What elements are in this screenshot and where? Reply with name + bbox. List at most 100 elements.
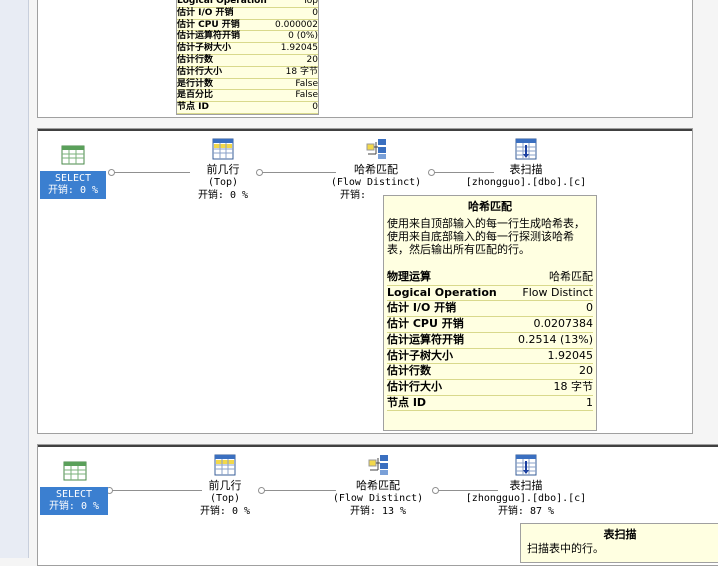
property-value: Top	[272, 0, 318, 8]
hash-match-subtitle: (Flow Distinct)	[332, 493, 424, 504]
tooltip-property-row: 估计运算符开销 0.2514 (13%)	[387, 332, 593, 349]
select-label: SELECT	[54, 173, 92, 184]
select-result-icon	[63, 459, 87, 483]
top-operator[interactable]: 前几行 (Top) 开销: 0 %	[178, 137, 268, 202]
tooltip-property-row: 节点 ID 0	[177, 101, 318, 114]
property-name: 节点 ID	[177, 101, 273, 114]
tooltip-property-row: 估计子树大小 1.92045	[177, 42, 318, 55]
tooltip-title: 表扫描	[603, 528, 637, 541]
tooltip-property-row: 是百分比 False	[177, 89, 318, 103]
property-value: 0.2514 (13%)	[509, 332, 593, 349]
table-scan-subtitle: [zhongguo].[dbo].[c]	[465, 177, 587, 188]
select-label-box: SELECT 开销: 0 %	[40, 487, 108, 515]
tooltip-property-row: 估计 I/O 开销 0	[177, 7, 318, 20]
table-scan-operator[interactable]: 表扫描 [zhongguo].[dbo].[c] 开销: 87 %	[452, 453, 600, 518]
tooltip-description: 使用来自顶部输入的每一行生成哈希表，使用来自底部输入的每一行探测该哈希表，然后输…	[387, 217, 585, 256]
property-value: 0 (0%)	[272, 30, 318, 44]
tooltip-property-row: 估计行大小 18 字节	[177, 66, 318, 79]
tooltip-property-row: 估计行数 20	[387, 363, 593, 380]
top-operator-title: 前几行	[208, 479, 242, 492]
top-operator-tooltip: Logical Operation Top 估计 I/O 开销 0 估计 CPU 开销 0…	[176, 0, 319, 115]
property-name: 节点 ID	[387, 395, 510, 412]
table-scan-title: 表扫描	[509, 163, 543, 176]
tooltip-property-row: 物理运算 哈希匹配	[387, 270, 593, 286]
tooltip-properties-table: 物理运算 哈希匹配 Logical Operation Flow Distinct 估计…	[387, 270, 593, 412]
tooltip-property-row: 节点 ID 1	[387, 395, 593, 412]
property-value: 0	[509, 300, 593, 318]
top-operator-subtitle: (Top)	[209, 493, 241, 504]
tooltip-property-row: 是行计数 False	[177, 78, 318, 91]
top-operator-subtitle: (Top)	[207, 177, 239, 188]
property-name: 估计 CPU 开销	[387, 316, 510, 333]
property-name: 估计 I/O 开销	[387, 300, 510, 318]
property-value: 20	[272, 54, 318, 67]
select-label-box: SELECT 开销: 0 %	[40, 171, 106, 199]
property-name: 估计行大小	[177, 66, 273, 79]
select-result-icon	[61, 143, 85, 167]
property-name: Logical Operation	[387, 285, 510, 302]
table-scan-tooltip: 表扫描 扫描表中的行。	[520, 523, 718, 563]
tooltip-property-row: 估计 I/O 开销 0	[387, 300, 593, 318]
tooltip-property-row: 估计运算符开销 0 (0%)	[177, 30, 318, 44]
hash-match-title: 哈希匹配	[354, 163, 398, 176]
hash-match-cost: 开销: 13 %	[349, 506, 407, 517]
top-operator-icon	[211, 137, 235, 161]
select-operator[interactable]: SELECT 开销: 0 %	[40, 143, 106, 199]
property-value: 哈希匹配	[509, 270, 593, 286]
tooltip-property-row: 估计 CPU 开销 0.000002	[177, 19, 318, 32]
tooltip-property-row: Logical Operation Top	[177, 0, 318, 8]
property-value: 0	[272, 7, 318, 20]
property-value: False	[272, 78, 318, 91]
property-value: False	[272, 89, 318, 103]
tooltip-property-row: 估计行数 20	[177, 54, 318, 67]
property-value: 1	[509, 395, 593, 412]
hash-match-icon	[364, 137, 388, 161]
property-name: 估计行数	[177, 54, 273, 67]
property-name: 估计 I/O 开销	[177, 7, 273, 20]
property-value: 0.0207384	[509, 316, 593, 333]
hash-match-subtitle: (Flow Distinct)	[330, 177, 422, 188]
property-value: 0	[272, 101, 318, 114]
property-value: 18 字节	[272, 66, 318, 79]
select-cost: 开销: 0 %	[48, 501, 100, 512]
table-scan-cost: 开销: 87 %	[497, 506, 555, 517]
tooltip-property-row: 估计行大小 18 字节	[387, 379, 593, 396]
tooltip-properties-table: Logical Operation Top 估计 I/O 开销 0 估计 CPU 开销 0…	[177, 0, 318, 114]
property-value: 20	[509, 363, 593, 380]
property-name: 是百分比	[177, 89, 273, 103]
plan-panel-2: SELECT 开销: 0 % 前几行 (Top) 开销: 0 % 哈希匹配 (F…	[37, 444, 718, 566]
property-name: 是行计数	[177, 78, 273, 91]
top-operator[interactable]: 前几行 (Top) 开销: 0 %	[180, 453, 270, 518]
property-value: Flow Distinct	[509, 285, 593, 302]
property-name: 估计运算符开销	[387, 332, 510, 349]
property-name: 估计行大小	[387, 379, 510, 396]
property-value: 18 字节	[509, 379, 593, 396]
plan-panel-0: Logical Operation Top 估计 I/O 开销 0 估计 CPU 开销 0…	[37, 0, 693, 118]
hash-match-operator[interactable]: 哈希匹配 (Flow Distinct) 开销:	[316, 137, 436, 202]
hash-match-title: 哈希匹配	[356, 479, 400, 492]
property-name: 物理运算	[387, 270, 510, 286]
property-value: 0.000002	[272, 19, 318, 32]
left-margin	[0, 0, 29, 558]
tooltip-property-row: 估计子树大小 1.92045	[387, 348, 593, 365]
hash-match-icon	[366, 453, 390, 477]
property-value: 1.92045	[272, 42, 318, 55]
tooltip-description: 扫描表中的行。	[527, 542, 604, 555]
property-name: 估计子树大小	[177, 42, 273, 55]
property-value: 1.92045	[509, 348, 593, 365]
table-scan-title: 表扫描	[509, 479, 543, 492]
table-scan-operator[interactable]: 表扫描 [zhongguo].[dbo].[c]	[452, 137, 600, 189]
property-name: 估计运算符开销	[177, 30, 273, 44]
top-operator-cost: 开销: 0 %	[199, 506, 251, 517]
hash-match-operator[interactable]: 哈希匹配 (Flow Distinct) 开销: 13 %	[318, 453, 438, 518]
property-name: 估计 CPU 开销	[177, 19, 273, 32]
property-name: 估计子树大小	[387, 348, 510, 365]
top-operator-cost: 开销: 0 %	[197, 190, 249, 201]
select-operator[interactable]: SELECT 开销: 0 %	[40, 459, 110, 515]
top-operator-title: 前几行	[206, 163, 240, 176]
select-cost: 开销: 0 %	[47, 185, 99, 196]
table-scan-subtitle: [zhongguo].[dbo].[c]	[465, 493, 587, 504]
tooltip-property-row: 估计 CPU 开销 0.0207384	[387, 316, 593, 333]
table-scan-icon	[514, 137, 538, 161]
tooltip-title: 哈希匹配	[468, 200, 512, 213]
